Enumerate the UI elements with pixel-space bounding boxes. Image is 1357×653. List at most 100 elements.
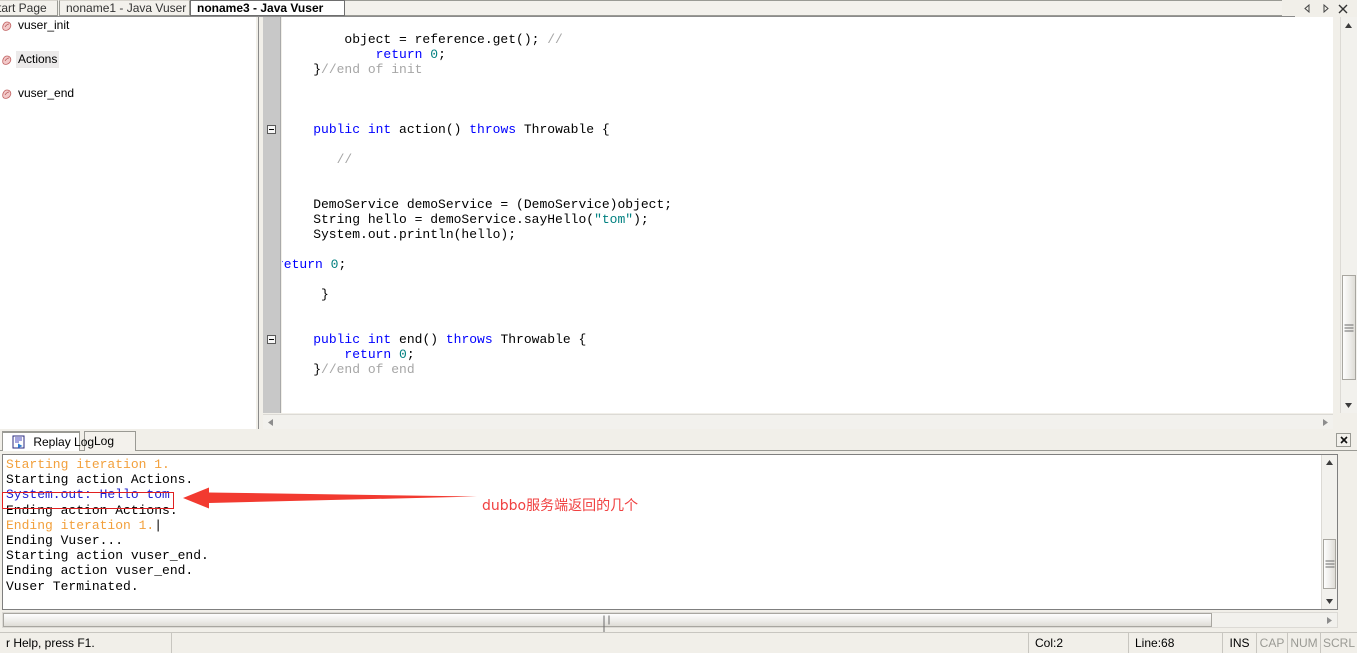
code-token: return — [344, 347, 392, 362]
log-tab-label: Replay Log — [33, 435, 95, 449]
scroll-down-arrow-icon[interactable] — [1322, 594, 1336, 609]
code-line: }//end of init — [282, 62, 1333, 77]
log-horizontal-scrollbar[interactable] — [2, 612, 1338, 634]
status-bar: r Help, press F1. Col:2 Line:68 INS CAP … — [0, 632, 1357, 653]
status-column: Col:2 — [1029, 633, 1129, 653]
tab-start-page[interactable]: tart Page — [0, 0, 58, 16]
code-token: action() — [391, 122, 470, 137]
log-lines: Starting iteration 1. Starting action Act… — [6, 457, 209, 594]
log-line: Ending iteration 1.| — [6, 517, 163, 533]
vuser-action-tree[interactable]: vuser_init Actions vuser_end — [0, 17, 256, 429]
next-tab-arrow-icon[interactable] — [1317, 2, 1333, 16]
tab-strip-filler — [344, 0, 1282, 16]
tree-item-label: vuser_end — [18, 86, 75, 100]
log-tab-label: Log — [94, 434, 115, 448]
code-token: object = reference.get(); — [282, 32, 548, 47]
log-tab-strip: Replay Log Log — [0, 430, 1357, 451]
code-token: Throwable { — [492, 332, 587, 347]
prev-tab-arrow-icon[interactable] — [1299, 2, 1315, 16]
code-token: String hello = demoService.sayHello( — [282, 212, 595, 227]
tree-item-vuser-init[interactable]: vuser_init — [0, 17, 256, 34]
code-editor-panel: object = reference.get(); // return 0; }… — [258, 17, 1357, 429]
replay-log-dock: Replay Log Log Starting iteration 1. Star… — [0, 430, 1357, 634]
tab-noname3[interactable]: noname3 - Java Vuser — [190, 0, 345, 16]
close-tab-x-icon[interactable] — [1335, 2, 1351, 16]
source-code-text[interactable]: object = reference.get(); // return 0; }… — [282, 17, 1333, 413]
status-ins-label: INS — [1229, 636, 1250, 650]
code-token: end() — [391, 332, 446, 347]
tab-noname1[interactable]: noname1 - Java Vuser — [59, 0, 190, 16]
scroll-grip-icon — [601, 615, 614, 634]
code-token: return — [375, 47, 423, 62]
log-line: System.out: Hello tom — [6, 487, 170, 503]
code-token: DemoService demoService = (DemoService)o… — [282, 197, 673, 212]
editor-splitter[interactable] — [258, 17, 262, 429]
tree-item-vuser-end[interactable]: vuser_end — [0, 85, 256, 102]
log-vertical-scrollbar[interactable] — [1321, 455, 1337, 609]
lr-vugen-window: tart Page noname1 - Java Vuser noname3 -… — [0, 0, 1357, 653]
scroll-grip-icon — [1325, 559, 1334, 570]
code-token: ); — [633, 212, 649, 227]
log-line: Ending action Actions. — [6, 502, 178, 518]
code-line: return 0; — [282, 347, 1333, 362]
close-log-panel-button[interactable] — [1336, 433, 1351, 447]
status-num-label: NUM — [1290, 636, 1318, 650]
status-num-lock: NUM — [1288, 633, 1321, 653]
status-scroll-lock: SCRL — [1321, 633, 1357, 653]
code-line: object = reference.get(); // — [282, 32, 1333, 47]
scroll-up-arrow-icon[interactable] — [1341, 17, 1356, 33]
document-tab-strip: tart Page noname1 - Java Vuser noname3 -… — [0, 0, 1357, 17]
scroll-up-arrow-icon[interactable] — [1322, 455, 1336, 470]
fold-toggle-end[interactable] — [267, 335, 276, 344]
code-line: DemoService demoService = (DemoService)o… — [282, 197, 1333, 212]
script-node-icon — [1, 54, 13, 66]
code-token: 0 — [430, 47, 439, 62]
scroll-right-arrow-icon[interactable] — [1318, 415, 1333, 429]
scroll-grip-icon — [1344, 322, 1354, 333]
code-token: public int — [313, 332, 392, 347]
status-insert-mode: INS — [1223, 633, 1257, 653]
code-token: System.out.println(hello); — [282, 227, 517, 242]
scroll-left-arrow-icon[interactable] — [263, 415, 278, 429]
editor-horizontal-scrollbar[interactable] — [263, 414, 1333, 429]
tree-item-label: Actions — [16, 51, 60, 68]
code-token: } — [282, 62, 322, 77]
log-line: Ending action vuser_end. — [6, 563, 194, 579]
scroll-right-arrow-icon[interactable] — [1322, 613, 1337, 627]
code-token: Throwable { — [516, 122, 610, 137]
annotation-text: dubbo服务端返回的几个 — [482, 498, 639, 514]
fold-toggle-action[interactable] — [267, 125, 276, 134]
status-caps-lock: CAP — [1257, 633, 1288, 653]
code-token: ; — [406, 347, 415, 362]
log-line: Ending Vuser... — [6, 533, 124, 549]
editor-vertical-scrollbar[interactable] — [1340, 17, 1357, 413]
code-token: throws — [445, 332, 493, 347]
code-line: return 0; — [282, 257, 1333, 272]
code-line: public int end() throws Throwable { — [282, 332, 1333, 347]
editor-vscroll-thumb[interactable] — [1342, 275, 1356, 380]
code-token: public int — [313, 122, 392, 137]
code-token: // — [336, 152, 353, 167]
code-token: // — [547, 32, 563, 47]
code-token: } — [282, 287, 329, 302]
tab-replay-log[interactable]: Replay Log — [2, 431, 94, 451]
script-node-icon — [1, 20, 13, 32]
log-line: Vuser Terminated. — [6, 578, 139, 594]
scroll-down-arrow-icon[interactable] — [1341, 397, 1356, 413]
editor-fold-gutter[interactable] — [263, 17, 281, 413]
replay-log-output[interactable]: Starting iteration 1. Starting action Act… — [2, 454, 1338, 610]
tree-item-actions[interactable]: Actions — [0, 51, 256, 68]
log-hscroll-thumb[interactable] — [3, 613, 1212, 634]
log-vscroll-thumb[interactable] — [1323, 539, 1336, 589]
tab-nav-controls — [1295, 0, 1357, 17]
